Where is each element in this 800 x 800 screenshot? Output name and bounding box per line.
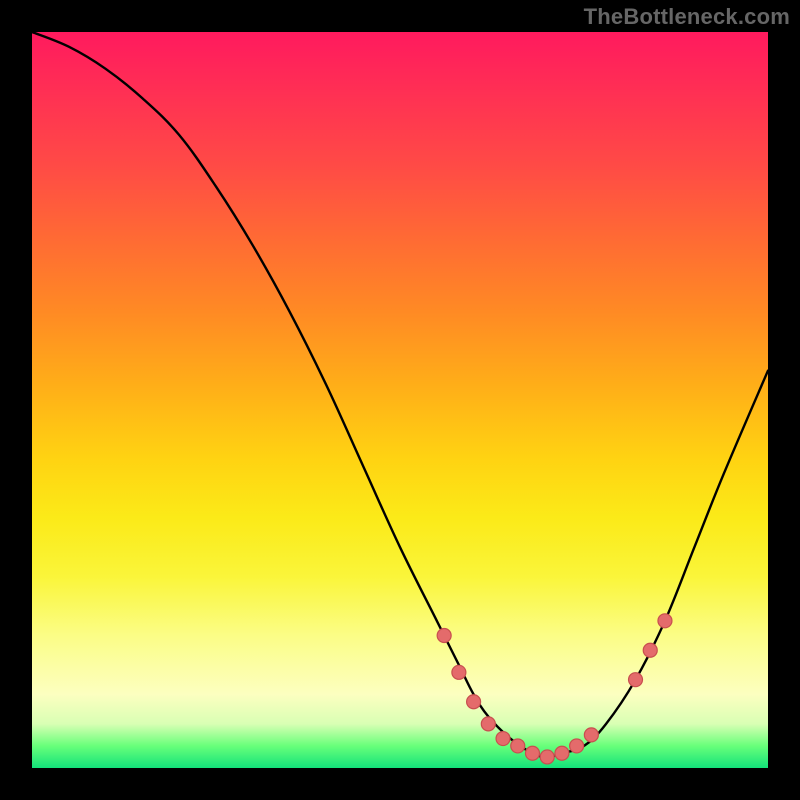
sample-point — [658, 614, 672, 628]
sample-point — [570, 739, 584, 753]
sample-point — [467, 695, 481, 709]
sample-points-group — [437, 614, 672, 764]
sample-point — [511, 739, 525, 753]
watermark-text: TheBottleneck.com — [584, 4, 790, 30]
sample-point — [481, 717, 495, 731]
chart-svg — [32, 32, 768, 768]
sample-point — [629, 673, 643, 687]
sample-point — [437, 629, 451, 643]
plot-area — [32, 32, 768, 768]
chart-frame: TheBottleneck.com — [0, 0, 800, 800]
sample-point — [452, 665, 466, 679]
sample-point — [584, 728, 598, 742]
sample-point — [540, 750, 554, 764]
bottleneck-curve — [32, 32, 768, 757]
sample-point — [525, 746, 539, 760]
sample-point — [555, 746, 569, 760]
sample-point — [496, 732, 510, 746]
sample-point — [643, 643, 657, 657]
